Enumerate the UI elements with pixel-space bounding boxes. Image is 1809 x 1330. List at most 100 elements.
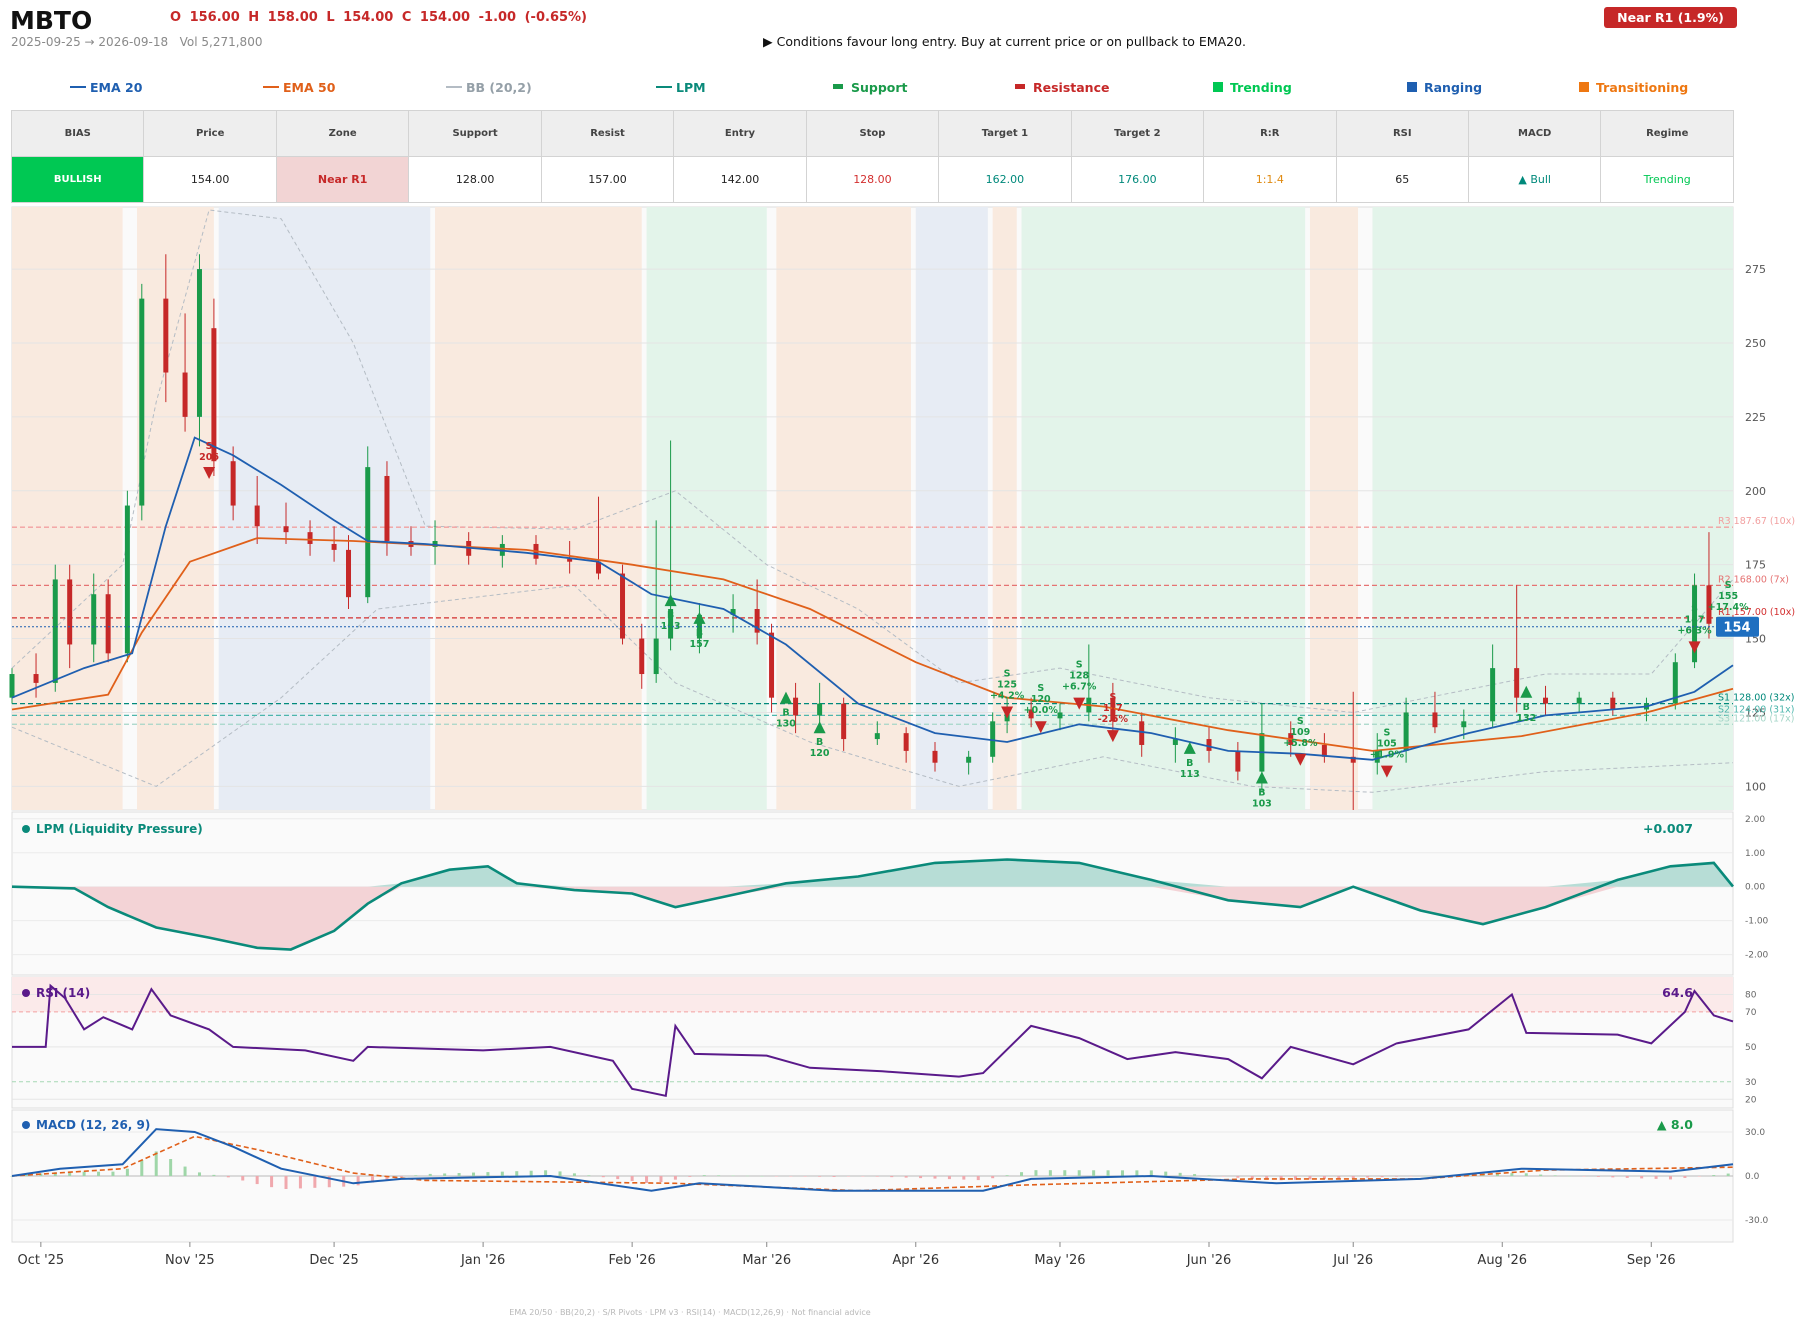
candle-body — [932, 750, 938, 763]
signal-pct-label: +6.7% — [1062, 682, 1097, 693]
macd-histogram-bar — [414, 1175, 418, 1176]
signal-side-label: B — [667, 610, 674, 621]
x-tick-label: Jul '26 — [1332, 1253, 1373, 1268]
macd-histogram-bar — [1640, 1176, 1644, 1179]
level-label: S1 128.00 (32x) — [1718, 693, 1794, 704]
macd-histogram-bar — [241, 1176, 245, 1181]
macd-histogram-bar — [1568, 1175, 1572, 1177]
macd-histogram-bar — [601, 1176, 605, 1178]
signal-pct-label: +4.2% — [990, 690, 1025, 701]
candle-body — [639, 638, 645, 675]
macd-histogram-bar — [1351, 1176, 1355, 1179]
macd-histogram-bar — [212, 1174, 216, 1176]
macd-histogram-bar — [399, 1176, 403, 1177]
macd-histogram-bar — [1178, 1172, 1182, 1176]
macd-histogram-bar — [1193, 1174, 1197, 1176]
candle-body — [124, 505, 130, 654]
candle-body — [230, 461, 236, 506]
macd-histogram-bar — [1423, 1175, 1427, 1177]
macd-histogram-bar — [1380, 1176, 1384, 1178]
footer-note: EMA 20/50 · BB(20,2) · S/R Pivots · LPM … — [509, 1308, 871, 1317]
candle-body — [1235, 750, 1241, 772]
macd-histogram-bar — [846, 1176, 850, 1177]
macd-title-dot — [22, 1121, 30, 1129]
macd-histogram-bar — [1077, 1170, 1081, 1176]
price-y-tick: 225 — [1745, 411, 1766, 424]
signal-price-label: 113 — [1180, 769, 1200, 780]
candle-body — [874, 733, 880, 740]
price-y-tick: 175 — [1745, 559, 1766, 572]
macd-histogram-bar — [284, 1176, 288, 1190]
candle-body — [139, 298, 145, 506]
macd-histogram-bar — [587, 1175, 591, 1176]
macd-histogram-bar — [1236, 1176, 1240, 1178]
candle-body — [1610, 697, 1616, 710]
price-y-tick: 200 — [1745, 485, 1766, 498]
candle-body — [1403, 712, 1409, 751]
lpm-y-tick: 2.00 — [1745, 815, 1765, 825]
macd-histogram-bar — [140, 1160, 144, 1176]
macd-histogram-bar — [962, 1176, 966, 1180]
macd-histogram-bar — [803, 1176, 807, 1177]
price-panel[interactable]: 100125150175200225250275R3 187.67 (10x)R… — [9, 206, 1796, 811]
candle-body — [196, 269, 202, 417]
price-y-tick: 250 — [1745, 337, 1766, 350]
x-tick-label: Jan '26 — [460, 1253, 505, 1268]
x-tick-label: May '26 — [1034, 1253, 1085, 1268]
macd-histogram-bar — [270, 1176, 274, 1188]
x-tick-label: Mar '26 — [742, 1253, 791, 1268]
regime-band-transition — [435, 207, 642, 810]
macd-histogram-bar — [890, 1176, 894, 1178]
x-axis: Oct '25 Nov '25 Dec '25 Jan '26 Feb '26 Mar '… — [17, 1242, 1676, 1268]
candle-body — [1576, 697, 1582, 704]
macd-histogram-bar — [861, 1176, 865, 1177]
x-tick-label: Nov '25 — [165, 1253, 215, 1268]
signal-side-label: S — [1076, 660, 1083, 671]
rsi-y-tick: 20 — [1745, 1095, 1757, 1105]
macd-histogram-bar — [1106, 1170, 1110, 1176]
macd-y-tick: 30.0 — [1745, 1128, 1765, 1138]
macd-histogram-bar — [1120, 1170, 1124, 1176]
x-tick-label: Oct '25 — [17, 1253, 64, 1268]
macd-histogram-bar — [702, 1175, 706, 1176]
candle-body — [1461, 721, 1467, 728]
signal-side-label: S — [1297, 716, 1304, 727]
macd-histogram-bar — [1207, 1175, 1211, 1176]
macd-histogram-bar — [500, 1171, 504, 1176]
candle-body — [307, 532, 313, 544]
signal-pct-label: +5.8% — [1283, 738, 1318, 749]
macd-histogram-bar — [1625, 1176, 1629, 1178]
macd-histogram-bar — [731, 1175, 735, 1177]
candle-body — [1543, 697, 1549, 704]
candle-body — [793, 697, 799, 716]
candle-body — [182, 372, 188, 417]
macd-last-value: ▲ 8.0 — [1657, 1117, 1693, 1132]
macd-histogram-bar — [933, 1176, 937, 1179]
macd-histogram-bar — [572, 1173, 576, 1176]
signal-price-label: 155 — [1718, 591, 1738, 602]
macd-histogram-bar — [226, 1176, 230, 1178]
macd-title: MACD (12, 26, 9) — [36, 1118, 150, 1132]
macd-histogram-bar — [1409, 1176, 1413, 1177]
candle-body — [283, 526, 289, 533]
signal-side-label: S — [1004, 668, 1011, 679]
macd-histogram-bar — [1669, 1176, 1673, 1180]
macd-histogram-bar — [125, 1168, 129, 1176]
x-tick-label: Sep '26 — [1627, 1253, 1676, 1268]
macd-histogram-bar — [1539, 1174, 1543, 1176]
macd-histogram-bar — [1063, 1170, 1067, 1176]
macd-histogram-bar — [486, 1172, 490, 1176]
macd-histogram-bar — [1034, 1170, 1038, 1176]
macd-panel: 30.0 0.0 -30.0 MACD (12, 26, 9) ▲ 8.0 — [10, 1109, 1769, 1243]
candle-body — [1514, 668, 1520, 698]
macd-histogram-bar — [904, 1176, 908, 1178]
signal-price-label: 147 — [1685, 614, 1705, 625]
rsi-y-tick: 30 — [1745, 1078, 1757, 1088]
last-price-label: 154 — [1723, 621, 1750, 636]
candle-body — [67, 579, 73, 645]
price-indicator-chart[interactable]: 100125150175200225250275R3 187.67 (10x)R… — [0, 0, 1809, 1330]
signal-price-label: 132 — [1516, 713, 1536, 724]
x-tick-label: Feb '26 — [609, 1253, 656, 1268]
signal-side-label: S — [1109, 692, 1116, 703]
macd-histogram-bar — [1524, 1173, 1528, 1176]
